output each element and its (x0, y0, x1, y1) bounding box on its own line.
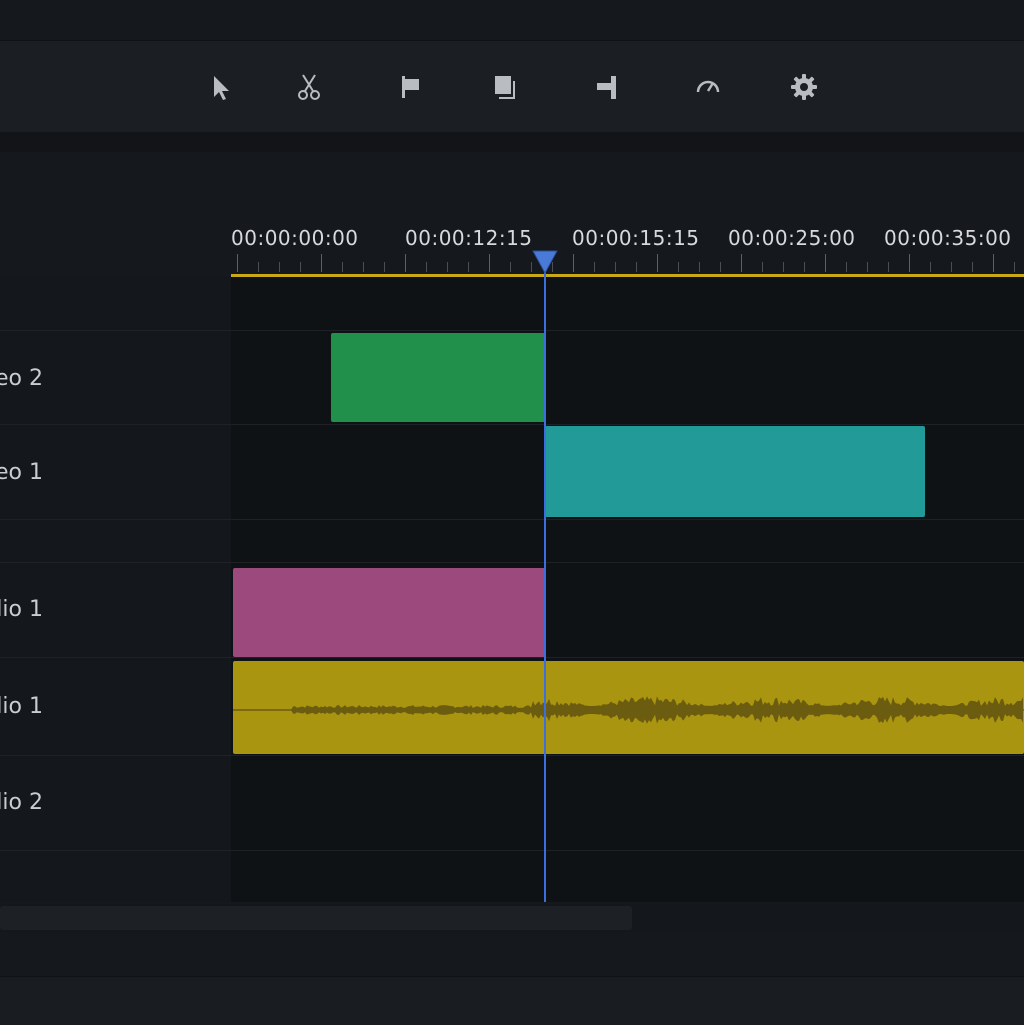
ruler-tick (678, 262, 679, 272)
ruler-tick (510, 262, 511, 272)
toolbar (0, 40, 1024, 134)
ruler-tick (657, 254, 658, 272)
track-divider (0, 330, 1024, 331)
ruler-tick (447, 262, 448, 272)
video-clip-video-2[interactable] (331, 333, 545, 422)
trim-edit-icon (597, 76, 616, 99)
timecode-label: 00:00:25:00 (728, 226, 856, 250)
ruler-tick (846, 262, 847, 272)
playhead-handle[interactable] (532, 250, 558, 274)
overwrite-layers-icon (495, 76, 515, 99)
timecode-label: 00:00:12:15 (405, 226, 533, 250)
ruler-tick (867, 262, 868, 272)
ruler-tick (825, 254, 826, 272)
ruler-tick (741, 254, 742, 272)
track-divider (0, 850, 1024, 851)
track-header-panel: eo 2 eo 1 lio 1 lio 1 lio 2 (0, 276, 231, 902)
track-divider (0, 424, 1024, 425)
selection-arrow-icon (214, 76, 229, 100)
ruler-tick (804, 262, 805, 272)
ruler-tick (426, 262, 427, 272)
track-label-video-1[interactable]: eo 1 (0, 462, 231, 484)
ruler-tick (594, 262, 595, 272)
marker-tool-button[interactable] (387, 65, 431, 109)
ruler-tick (762, 262, 763, 272)
ruler-tick (489, 254, 490, 272)
ruler-tick (321, 254, 322, 272)
ruler-tick (468, 262, 469, 272)
track-label-video-2[interactable]: eo 2 (0, 368, 231, 390)
track-divider (0, 519, 1024, 520)
ruler-tick (279, 262, 280, 272)
ruler-tick (342, 262, 343, 272)
track-divider (0, 657, 1024, 658)
video-clip-video-1[interactable] (545, 426, 925, 517)
track-divider (0, 755, 1024, 756)
ruler-tick (258, 262, 259, 272)
ruler-tick (615, 262, 616, 272)
timecode-label: 00:00:00:00 (231, 226, 359, 250)
playhead-line[interactable] (544, 262, 546, 902)
selection-tool-button[interactable] (198, 65, 242, 109)
ruler-tick (384, 262, 385, 272)
track-divider (0, 562, 1024, 563)
marker-flag-icon (402, 76, 419, 98)
ruler-tick (888, 262, 889, 272)
speed-tool-button[interactable] (686, 65, 730, 109)
overwrite-tool-button[interactable] (483, 65, 527, 109)
ruler-tick (363, 262, 364, 272)
audio-clip-audio-1[interactable] (233, 568, 545, 657)
track-label-audio-2[interactable]: lio 2 (0, 792, 231, 814)
ruler-tick (909, 254, 910, 272)
ruler-tick (699, 262, 700, 272)
ruler-tick (993, 254, 994, 272)
scrollbar-thumb[interactable] (0, 906, 632, 930)
speed-gauge-icon (696, 80, 720, 93)
ruler-tick (300, 262, 301, 272)
playhead-timecode: 00:00:15:15 (572, 226, 700, 250)
track-label-audio-1[interactable]: lio 1 (0, 599, 231, 621)
ruler-tick (1014, 262, 1015, 272)
ruler-tick (405, 254, 406, 272)
settings-gear-icon (791, 74, 817, 100)
audio-waveform (233, 696, 1024, 724)
bottom-panel (0, 976, 1024, 1025)
ruler-tick (972, 262, 973, 272)
ruler-tick (720, 262, 721, 272)
panel-divider (0, 132, 1024, 152)
track-label-audio-1b[interactable]: lio 1 (0, 696, 231, 718)
ruler-tick (636, 262, 637, 272)
ruler-tick (951, 262, 952, 272)
ruler-tick (783, 262, 784, 272)
razor-tool-button[interactable] (287, 65, 331, 109)
timecode-label: 00:00:35:00 (884, 226, 1012, 250)
razor-scissors-icon (298, 74, 320, 100)
audio-clip-waveform[interactable] (233, 661, 1024, 754)
ruler-tick (237, 254, 238, 272)
ruler-tick (930, 262, 931, 272)
ruler-tick (573, 254, 574, 272)
settings-button[interactable] (782, 65, 826, 109)
trim-tool-button[interactable] (584, 65, 628, 109)
